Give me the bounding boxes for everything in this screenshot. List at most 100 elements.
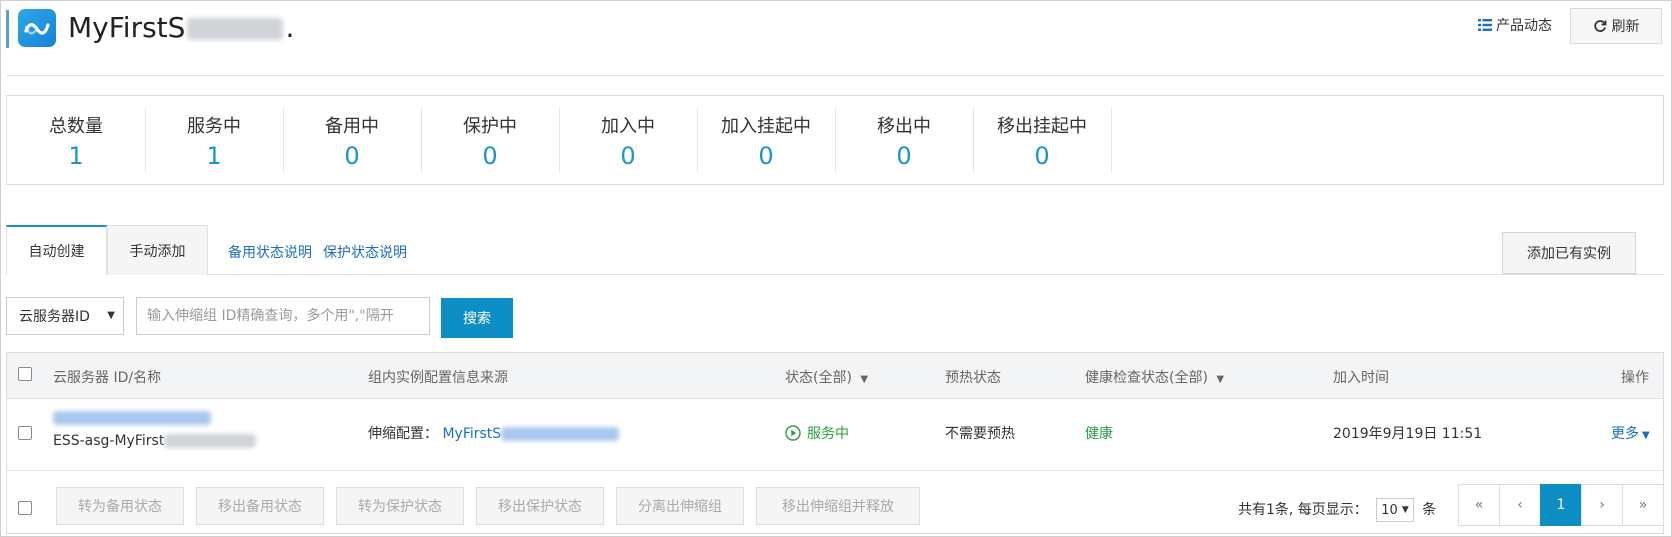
list-icon bbox=[1478, 19, 1492, 31]
refresh-label: 刷新 bbox=[1611, 19, 1640, 35]
pagination-total-text: 共有1条, 每页显示： bbox=[1238, 502, 1368, 518]
stat-protected: 保护中 0 bbox=[421, 108, 560, 172]
stat-value: 1 bbox=[206, 142, 222, 170]
product-news-label: 产品动态 bbox=[1496, 18, 1552, 34]
column-health-label: 健康检查状态(全部) bbox=[1085, 370, 1208, 386]
protect-help-link[interactable]: 保护状态说明 bbox=[323, 242, 407, 262]
health-status: 健康 bbox=[1085, 426, 1113, 442]
tab-auto-create[interactable]: 自动创建 bbox=[6, 225, 107, 275]
stat-value: 0 bbox=[758, 142, 774, 170]
column-id-name: 云服务器 ID/名称 bbox=[53, 370, 162, 386]
page-size-value: 10 bbox=[1381, 502, 1398, 518]
instance-id-link[interactable] bbox=[53, 410, 211, 426]
redacted-instance-name bbox=[164, 434, 257, 448]
scaling-config-link[interactable]: MyFirstS bbox=[442, 426, 620, 442]
stat-value: 0 bbox=[896, 142, 912, 170]
page-title-suffix: . bbox=[285, 11, 295, 44]
stat-value: 0 bbox=[620, 142, 636, 170]
search-button[interactable]: 搜索 bbox=[441, 298, 513, 338]
product-news-button[interactable]: 产品动态 bbox=[1478, 15, 1552, 35]
remove-protected-button[interactable]: 移出保护状态 bbox=[476, 487, 604, 525]
instance-name-text: ESS-asg-MyFirst bbox=[53, 433, 165, 449]
caret-down-icon: ▼ bbox=[860, 374, 869, 385]
remove-and-release-button[interactable]: 移出伸缩组并释放 bbox=[756, 487, 920, 525]
to-protected-button[interactable]: 转为保护状态 bbox=[336, 487, 464, 525]
page-size-unit: 条 bbox=[1422, 502, 1437, 518]
page-title-text: MyFirstS bbox=[68, 11, 186, 44]
add-existing-instance-button[interactable]: 添加已有实例 bbox=[1502, 232, 1636, 274]
pagination-summary: 共有1条, 每页显示： 10 ▼ 条 bbox=[1238, 498, 1436, 522]
footer-select-all-checkbox[interactable] bbox=[18, 501, 32, 515]
stat-label: 总数量 bbox=[49, 116, 103, 137]
instance-name: ESS-asg-MyFirst bbox=[53, 433, 257, 449]
column-status-label: 状态(全部) bbox=[785, 370, 852, 386]
standby-help-link[interactable]: 备用状态说明 bbox=[228, 242, 312, 262]
stat-value: 0 bbox=[482, 142, 498, 170]
refresh-icon bbox=[1593, 20, 1606, 32]
instance-table: 云服务器 ID/名称 组内实例配置信息来源 状态(全部) ▼ 预热状态 健康检查… bbox=[6, 352, 1664, 534]
search-field-select[interactable]: 云服务器ID ▼ bbox=[6, 297, 124, 335]
scaling-config-link-text: MyFirstS bbox=[442, 426, 502, 442]
stat-value: 0 bbox=[1034, 142, 1050, 170]
config-label: 伸缩配置： bbox=[368, 426, 438, 442]
join-time: 2019年9月19日 11:51 bbox=[1333, 426, 1483, 442]
caret-down-icon: ▼ bbox=[1216, 374, 1225, 385]
stat-label: 服务中 bbox=[187, 116, 241, 137]
caret-down-icon: ▼ bbox=[1401, 505, 1409, 515]
table-row: ESS-asg-MyFirst 伸缩配置： MyFirstS 服务中 不需要预热… bbox=[7, 398, 1663, 471]
page-title: MyFirstS. bbox=[68, 8, 294, 48]
stat-joining: 加入中 0 bbox=[559, 108, 698, 172]
stat-value: 1 bbox=[68, 142, 84, 170]
stat-label: 备用中 bbox=[325, 116, 379, 137]
stat-removing-pending: 移出挂起中 0 bbox=[973, 108, 1112, 172]
caret-down-icon: ▼ bbox=[1642, 430, 1650, 441]
config-source-cell: 伸缩配置： MyFirstS bbox=[368, 423, 620, 443]
refresh-button[interactable]: 刷新 bbox=[1570, 8, 1662, 44]
status-cell: 服务中 bbox=[785, 423, 849, 443]
column-health-filter[interactable]: 健康检查状态(全部) ▼ bbox=[1085, 367, 1224, 387]
header-divider bbox=[6, 75, 1664, 76]
column-warmup: 预热状态 bbox=[945, 370, 1001, 386]
status-text: 服务中 bbox=[807, 426, 849, 442]
column-config-source: 组内实例配置信息来源 bbox=[368, 370, 508, 386]
stat-label: 加入中 bbox=[601, 116, 655, 137]
stat-removing: 移出中 0 bbox=[835, 108, 974, 172]
warmup-status: 不需要预热 bbox=[945, 426, 1015, 442]
select-all-checkbox[interactable] bbox=[18, 367, 32, 381]
stat-label: 保护中 bbox=[463, 116, 517, 137]
column-status-filter[interactable]: 状态(全部) ▼ bbox=[785, 367, 868, 387]
stat-total: 总数量 1 bbox=[7, 108, 146, 172]
caret-down-icon: ▼ bbox=[107, 310, 115, 321]
to-standby-button[interactable]: 转为备用状态 bbox=[56, 487, 184, 525]
tab-underline bbox=[208, 274, 1664, 275]
remove-standby-button[interactable]: 移出备用状态 bbox=[196, 487, 324, 525]
page-size-select[interactable]: 10 ▼ bbox=[1376, 498, 1414, 522]
detach-from-group-button[interactable]: 分离出伸缩组 bbox=[616, 487, 744, 525]
redacted-config-name bbox=[501, 427, 620, 441]
more-actions-label: 更多 bbox=[1611, 426, 1639, 442]
next-page-button[interactable]: › bbox=[1581, 484, 1623, 526]
redacted-title bbox=[187, 18, 284, 40]
stat-label: 移出中 bbox=[877, 116, 931, 137]
last-page-button[interactable]: » bbox=[1622, 484, 1664, 526]
instance-stats-panel: 总数量 1 服务中 1 备用中 0 保护中 0 加入中 0 加入挂起中 0 移出… bbox=[6, 95, 1664, 185]
app-logo-icon bbox=[18, 9, 56, 47]
column-actions: 操作 bbox=[1621, 370, 1649, 386]
stat-label: 加入挂起中 bbox=[721, 116, 811, 137]
stat-joining-pending: 加入挂起中 0 bbox=[697, 108, 836, 172]
tab-manual-add[interactable]: 手动添加 bbox=[107, 225, 208, 275]
row-checkbox[interactable] bbox=[18, 426, 32, 440]
prev-page-button[interactable]: ‹ bbox=[1499, 484, 1541, 526]
stat-value: 0 bbox=[344, 142, 360, 170]
redacted-instance-id bbox=[53, 411, 211, 425]
current-page-button[interactable]: 1 bbox=[1540, 484, 1582, 526]
more-actions-dropdown[interactable]: 更多 ▼ bbox=[1611, 423, 1650, 443]
first-page-button[interactable]: « bbox=[1458, 484, 1500, 526]
stat-in-service: 服务中 1 bbox=[145, 108, 284, 172]
search-input[interactable] bbox=[136, 297, 430, 335]
brand-accent-bar bbox=[6, 10, 9, 48]
play-circle-icon bbox=[785, 425, 801, 441]
table-header: 云服务器 ID/名称 组内实例配置信息来源 状态(全部) ▼ 预热状态 健康检查… bbox=[7, 353, 1663, 399]
search-field-value: 云服务器ID bbox=[19, 309, 90, 325]
stat-label: 移出挂起中 bbox=[997, 116, 1087, 137]
